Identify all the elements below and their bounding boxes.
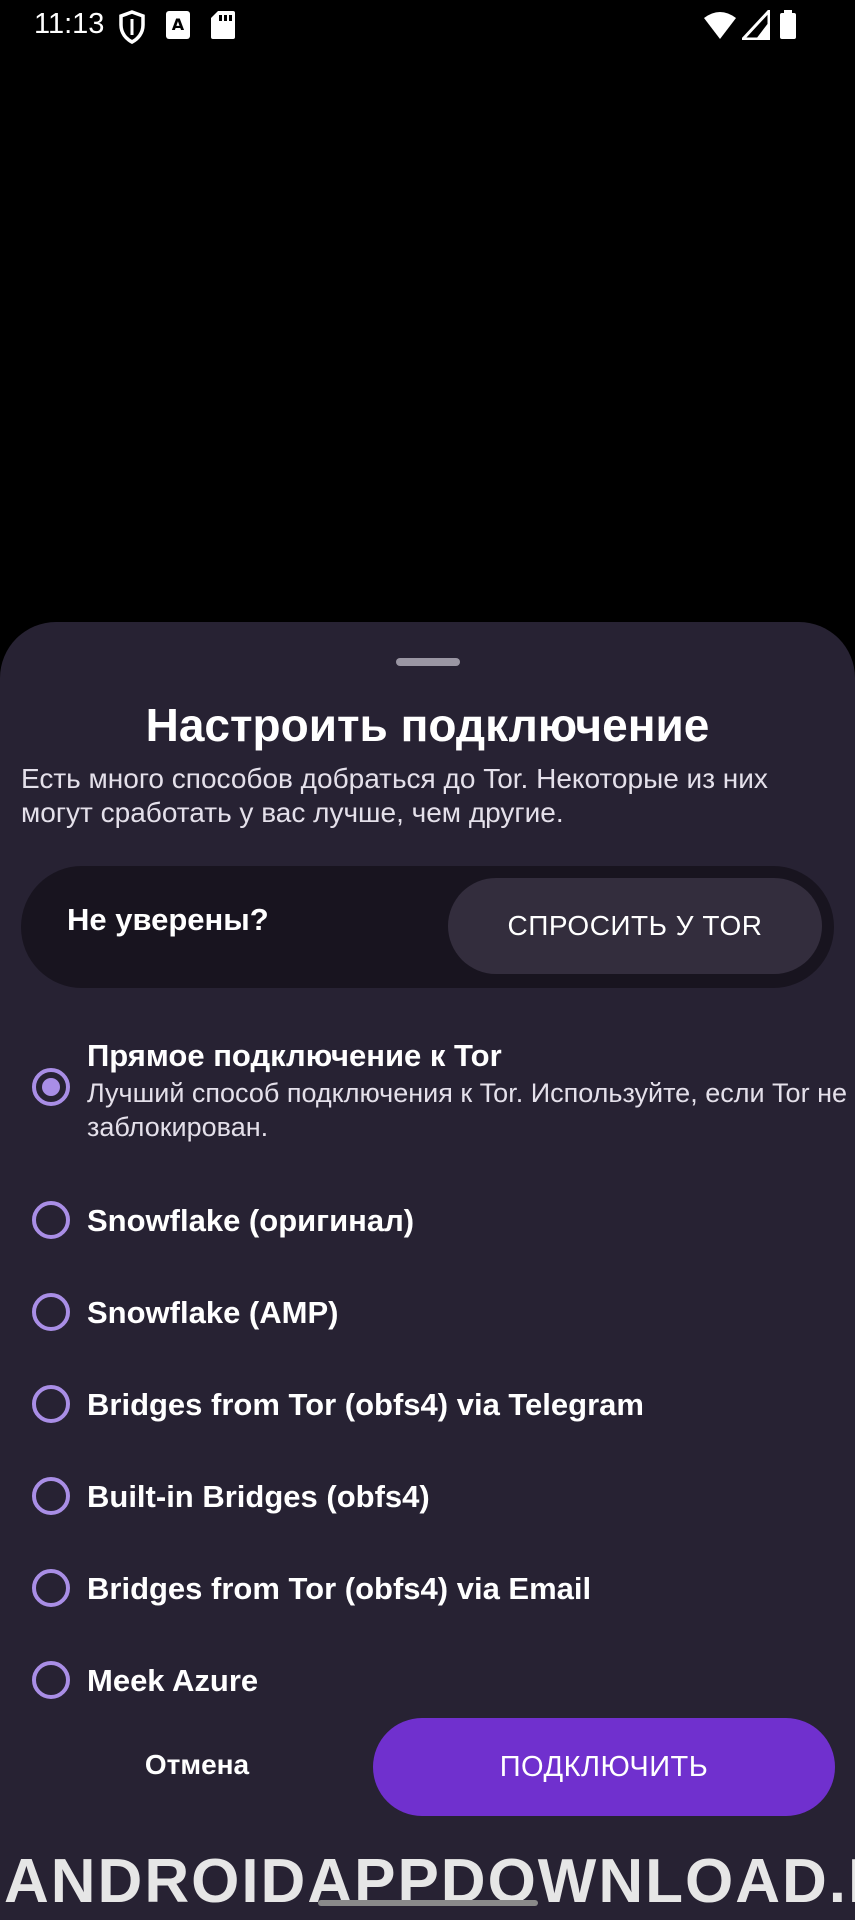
not-sure-box: Не уверены? СПРОСИТЬ У TOR bbox=[21, 866, 834, 988]
radio-button[interactable] bbox=[32, 1661, 70, 1699]
svg-text:A: A bbox=[172, 15, 185, 34]
not-sure-label: Не уверены? bbox=[67, 902, 269, 937]
cancel-button[interactable]: Отмена bbox=[130, 1740, 264, 1790]
ask-tor-button[interactable]: СПРОСИТЬ У TOR bbox=[448, 878, 822, 974]
shield-icon bbox=[118, 10, 146, 49]
radio-button-selected[interactable] bbox=[32, 1068, 70, 1106]
font-a-icon: A bbox=[165, 10, 191, 45]
option-label: Built-in Bridges (obfs4) bbox=[87, 1479, 430, 1514]
drag-handle[interactable] bbox=[396, 658, 460, 666]
watermark: ANDROIDAPPDOWNLOAD.L bbox=[4, 1847, 855, 1916]
status-time: 11:13 bbox=[34, 8, 105, 40]
status-bar: 11:13 A bbox=[0, 0, 855, 52]
gesture-nav-bar[interactable] bbox=[318, 1900, 538, 1906]
option-label: Прямое подключение к Tor bbox=[87, 1038, 502, 1073]
option-label: Bridges from Tor (obfs4) via Email bbox=[87, 1571, 592, 1606]
sheet-title: Настроить подключение bbox=[145, 699, 710, 751]
signal-icon bbox=[739, 7, 771, 45]
option-label: Snowflake (AMP) bbox=[87, 1295, 339, 1330]
connect-button[interactable]: ПОДКЛЮЧИТЬ bbox=[373, 1718, 835, 1816]
bottom-sheet: Настроить подключение Есть много способо… bbox=[0, 622, 855, 1920]
option-label: Bridges from Tor (obfs4) via Telegram bbox=[87, 1387, 644, 1422]
radio-button[interactable] bbox=[32, 1477, 70, 1515]
radio-button[interactable] bbox=[32, 1293, 70, 1331]
sd-card-icon bbox=[210, 10, 236, 45]
battery-icon bbox=[779, 10, 797, 45]
radio-button[interactable] bbox=[32, 1201, 70, 1239]
option-description: Лучший способ подключения к Tor. Использ… bbox=[87, 1078, 847, 1142]
option-label: Meek Azure bbox=[87, 1663, 259, 1698]
sheet-description: Есть много способов добраться до Tor. Не… bbox=[21, 763, 768, 828]
radio-button[interactable] bbox=[32, 1569, 70, 1607]
radio-button[interactable] bbox=[32, 1385, 70, 1423]
option-label: Snowflake (оригинал) bbox=[87, 1203, 415, 1238]
wifi-icon bbox=[703, 10, 737, 45]
